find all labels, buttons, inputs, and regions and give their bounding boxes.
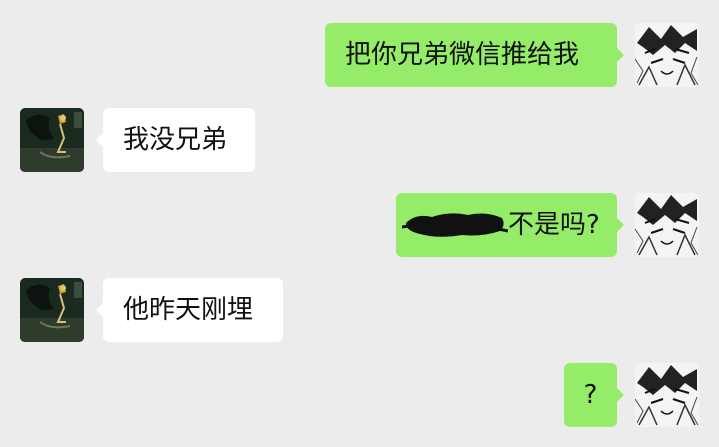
message-text: 我没兄弟 [123,125,228,155]
message-text: 他昨天刚埋 [123,295,254,325]
message-bubble-outgoing[interactable]: 不是吗? [396,193,624,257]
self-avatar-icon[interactable] [635,193,699,257]
message-bubble-outgoing[interactable]: ? [564,363,624,427]
message-text: 不是吗? [508,210,600,240]
message-bubble-outgoing[interactable]: 把你兄弟微信推给我 [325,23,624,87]
message-bubble-incoming[interactable]: 他昨天刚埋 [96,278,283,342]
self-avatar-icon[interactable] [635,23,699,87]
self-avatar-icon[interactable] [635,363,699,427]
contact-avatar-icon[interactable] [20,108,84,172]
message-text: ? [583,380,598,410]
redaction-scribble [402,209,508,239]
contact-avatar-icon[interactable] [20,278,84,342]
chat-window: 把你兄弟微信推给我 我没兄弟 不是吗? 他昨天刚埋 ? [0,0,719,447]
message-text: 把你兄弟微信推给我 [345,40,580,70]
message-bubble-incoming[interactable]: 我没兄弟 [96,108,255,172]
